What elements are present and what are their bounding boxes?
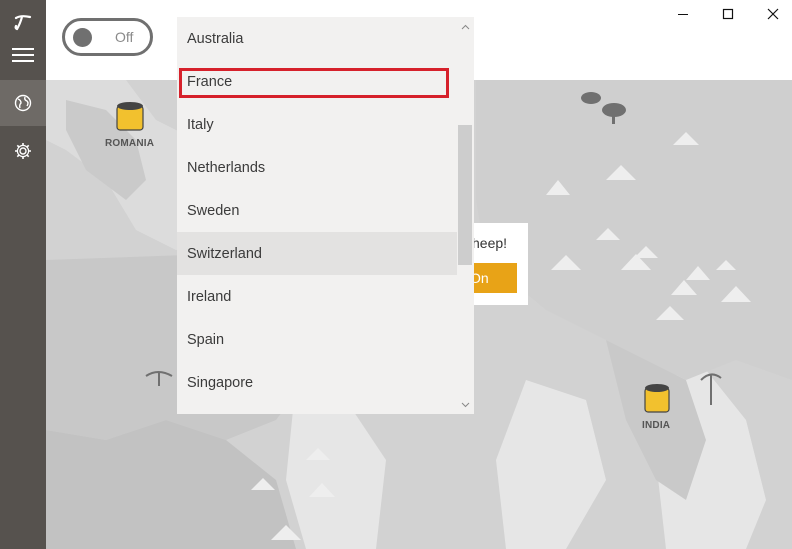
- scroll-up-icon[interactable]: [460, 21, 471, 32]
- popup-text: heep!: [472, 235, 508, 251]
- vpn-toggle[interactable]: Off: [62, 18, 153, 56]
- country-option-italy[interactable]: Italy: [177, 103, 457, 146]
- country-option-australia[interactable]: Australia: [177, 17, 457, 60]
- country-option-label: Singapore: [187, 374, 254, 391]
- selection-highlight-box: [179, 68, 449, 98]
- globe-icon[interactable]: [0, 80, 46, 126]
- country-option-label: Sweden: [187, 202, 240, 219]
- country-option-netherlands[interactable]: Netherlands: [177, 146, 457, 189]
- country-option-label: Netherlands: [187, 159, 266, 176]
- sidebar: [0, 0, 46, 549]
- country-option-label: Spain: [187, 331, 225, 348]
- toggle-knob: [73, 28, 92, 47]
- country-option-label: Switzerland: [187, 245, 262, 262]
- hamburger-menu-icon[interactable]: [0, 32, 46, 78]
- country-option-label: Italy: [187, 116, 214, 133]
- dropdown-scrollbar[interactable]: [457, 17, 474, 414]
- country-option-switzerland[interactable]: Switzerland: [177, 232, 457, 275]
- app-window: Off ROMANIA INDIA heep! On Australia Fra…: [0, 0, 792, 549]
- scrollbar-thumb[interactable]: [458, 125, 472, 265]
- country-option-label: Australia: [187, 30, 244, 47]
- country-option-sweden[interactable]: Sweden: [177, 189, 457, 232]
- scroll-down-icon[interactable]: [460, 399, 471, 410]
- country-option-ireland[interactable]: Ireland: [177, 275, 457, 318]
- marker-label-romania: ROMANIA: [105, 138, 155, 149]
- minimize-icon[interactable]: [660, 3, 706, 25]
- toggle-state-label: Off: [115, 29, 134, 45]
- maximize-icon[interactable]: [705, 3, 751, 25]
- gear-icon[interactable]: [0, 128, 46, 174]
- country-option-spain[interactable]: Spain: [177, 318, 457, 361]
- marker-label-india: INDIA: [642, 420, 671, 431]
- country-option-singapore[interactable]: Singapore: [177, 361, 457, 404]
- close-icon[interactable]: [750, 3, 792, 25]
- country-option-label: Ireland: [187, 288, 232, 305]
